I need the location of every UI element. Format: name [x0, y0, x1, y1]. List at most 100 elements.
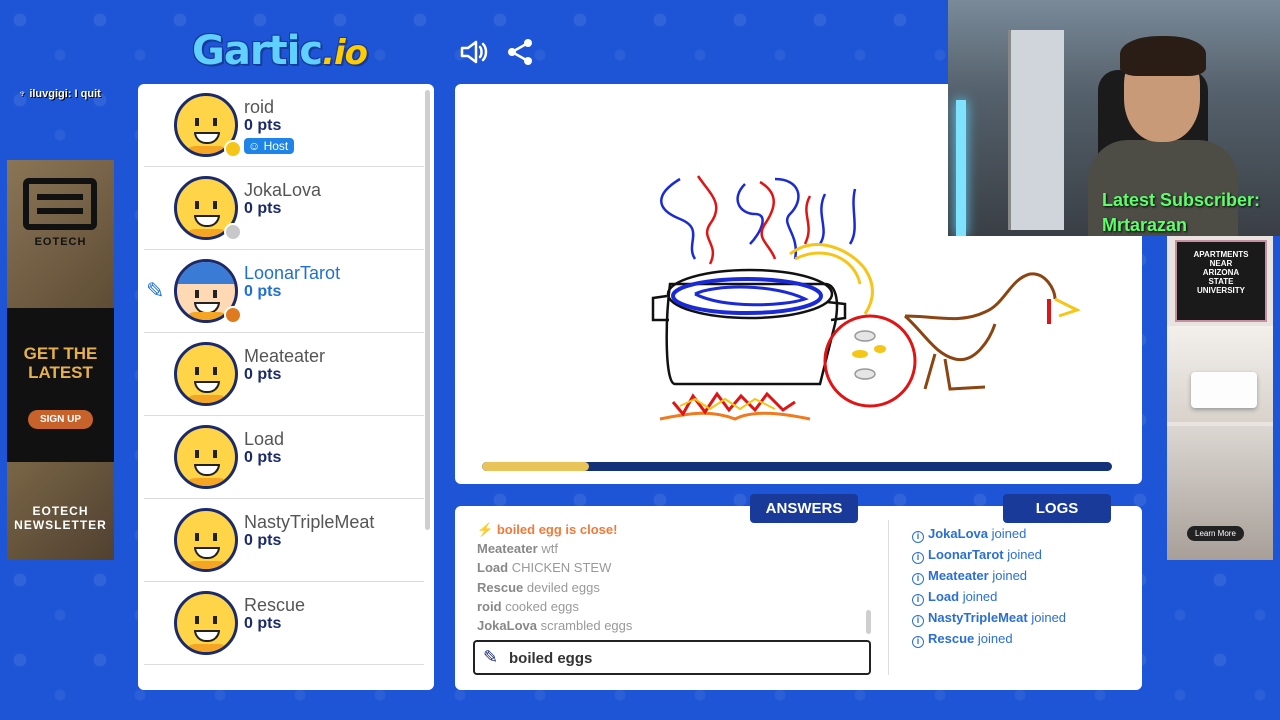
- ad-banner-right[interactable]: APARTMENTS NEAR ARIZONA STATE UNIVERSITY…: [1167, 236, 1273, 560]
- webcam-door: [1008, 30, 1064, 230]
- eotech-logo-icon: [23, 178, 97, 230]
- answer-close-notice: ⚡ boiled egg is close!: [477, 522, 867, 541]
- latest-subscriber: Latest Subscriber: Mrtarazan: [1102, 188, 1260, 236]
- answer-author: roid: [477, 598, 502, 614]
- round-timer-fill: [482, 462, 590, 471]
- player-points: 0 pts: [244, 532, 282, 549]
- subscriber-name: Mrtarazan: [1102, 215, 1188, 235]
- ad-top-section: EOTECH: [7, 160, 114, 308]
- avatar: [174, 425, 238, 489]
- list-item: Rescue deviled eggs: [477, 580, 867, 599]
- list-item: roid cooked eggs: [477, 599, 867, 618]
- answer-text: deviled eggs: [526, 579, 600, 595]
- info-icon: i: [912, 636, 924, 648]
- logs-list: i JokaLova joined i LoonarTarot joined i Me…: [912, 526, 1066, 652]
- info-icon: i: [912, 531, 924, 543]
- pencil-icon: ✎: [483, 647, 499, 667]
- answer-text: boiled egg is close!: [496, 522, 618, 537]
- player-row[interactable]: roid 0 pts ☺ Host: [144, 84, 424, 167]
- player-points: 0 pts: [244, 615, 282, 632]
- ad-apartments-title: APARTMENTS NEAR ARIZONA STATE UNIVERSITY: [1175, 240, 1267, 322]
- player-row[interactable]: Meateater 0 pts: [144, 333, 424, 416]
- tab-answers[interactable]: ANSWERS: [750, 494, 858, 523]
- gartic-logo[interactable]: Gartic.io: [192, 28, 368, 74]
- list-item: Meateater wtf: [477, 541, 867, 560]
- list-item: JokaLova scrambled eggs: [477, 618, 867, 637]
- ad-footer-line1: EOTECH: [32, 504, 89, 518]
- avatar: [174, 342, 238, 406]
- ad-bottom-section: EOTECH NEWSLETTER: [7, 462, 114, 560]
- tab-logs[interactable]: LOGS: [1003, 494, 1111, 523]
- answers-logs-panel: ⚡ boiled egg is close! Meateater wtf Loa…: [455, 506, 1142, 690]
- player-name: Rescue: [244, 595, 306, 615]
- stream-chat-text: iluvgigi: I quit: [29, 88, 101, 100]
- lightning-icon: ⚡: [477, 522, 497, 537]
- answer-author: Load: [477, 560, 509, 576]
- player-name: Load: [244, 429, 285, 449]
- info-icon: i: [912, 552, 924, 564]
- speaker-icon[interactable]: [458, 36, 490, 68]
- player-row[interactable]: JokaLova 0 pts: [144, 167, 424, 250]
- status-indicator: [224, 140, 242, 158]
- avatar: [174, 591, 238, 655]
- player-name: Meateater: [244, 346, 326, 366]
- ad-bed-image: [1191, 372, 1257, 408]
- player-points: 0 pts: [244, 449, 282, 466]
- webcam-person-hair: [1120, 36, 1206, 76]
- stream-chat-message: ♆ iluvgigi: I quit: [18, 88, 101, 100]
- round-timer-bar: [482, 462, 1112, 471]
- ad-banner-left[interactable]: ▷✕ EOTECH GET THE LATEST SIGN UP EOTECH …: [7, 160, 114, 560]
- panel-divider: [888, 520, 889, 675]
- logo-main-text: Gartic: [192, 28, 323, 74]
- ad-headline-line1: GET THE: [23, 344, 98, 363]
- list-item: i JokaLova joined: [912, 526, 1066, 547]
- player-name: JokaLova: [244, 180, 322, 200]
- ad-signup-button[interactable]: SIGN UP: [27, 410, 94, 429]
- player-name: LoonarTarot: [244, 263, 341, 283]
- player-points: 0 pts: [244, 283, 282, 300]
- player-row[interactable]: Load 0 pts: [144, 416, 424, 499]
- player-row[interactable]: Rescue 0 pts: [144, 582, 424, 665]
- logo-suffix-text: .io: [322, 33, 368, 73]
- ad-learn-more-button[interactable]: Learn More: [1187, 526, 1244, 541]
- list-item: Load CHICKEN STEW: [477, 560, 867, 579]
- led-light: [956, 100, 966, 236]
- players-scrollbar[interactable]: [425, 90, 430, 530]
- ad-mid-section: GET THE LATEST SIGN UP: [7, 308, 114, 462]
- ad-footer-line2: NEWSLETTER: [14, 518, 107, 532]
- players-panel: roid 0 pts ☺ Host JokaLova 0 pts ✎ Loona…: [138, 84, 434, 690]
- ad-brand: EOTECH: [34, 236, 87, 248]
- player-name: roid: [244, 97, 275, 117]
- player-points: 0 pts: [244, 366, 282, 383]
- answer-author: Meateater: [477, 541, 538, 557]
- list-item: i NastyTripleMeat joined: [912, 610, 1066, 631]
- list-item: i LoonarTarot joined: [912, 547, 1066, 568]
- crown-icon: ☺: [248, 139, 264, 153]
- player-points: 0 pts: [244, 200, 282, 217]
- answer-input-box[interactable]: ✎: [473, 640, 871, 675]
- subscriber-label: Latest Subscriber:: [1102, 190, 1261, 210]
- player-row-drawing[interactable]: ✎ LoonarTarot 0 pts: [144, 250, 424, 333]
- ad-headline-line2: LATEST: [28, 363, 93, 382]
- info-icon: i: [912, 573, 924, 585]
- pencil-icon: ✎: [146, 278, 165, 303]
- status-indicator: [224, 223, 242, 241]
- player-row[interactable]: NastyTripleMeat 0 pts: [144, 499, 424, 582]
- status-indicator: [224, 306, 242, 324]
- share-icon[interactable]: [504, 36, 536, 68]
- answer-author: Rescue: [477, 579, 524, 595]
- list-item: i Load joined: [912, 589, 1066, 610]
- answer-input[interactable]: [509, 648, 849, 668]
- answers-scrollbar[interactable]: [866, 610, 871, 634]
- answer-text: wtf: [541, 541, 558, 557]
- info-icon: i: [912, 594, 924, 606]
- answer-author: JokaLova: [477, 617, 537, 633]
- list-item: i Rescue joined: [912, 631, 1066, 652]
- avatar: [174, 508, 238, 572]
- host-badge: ☺ Host: [244, 138, 295, 154]
- player-points: 0 pts: [244, 117, 282, 134]
- list-item: i Meateater joined: [912, 568, 1066, 589]
- stream-chat-icon: ♆: [18, 88, 30, 100]
- webcam-overlay: Latest Subscriber: Mrtarazan: [948, 0, 1280, 236]
- answer-text: scrambled eggs: [540, 617, 633, 633]
